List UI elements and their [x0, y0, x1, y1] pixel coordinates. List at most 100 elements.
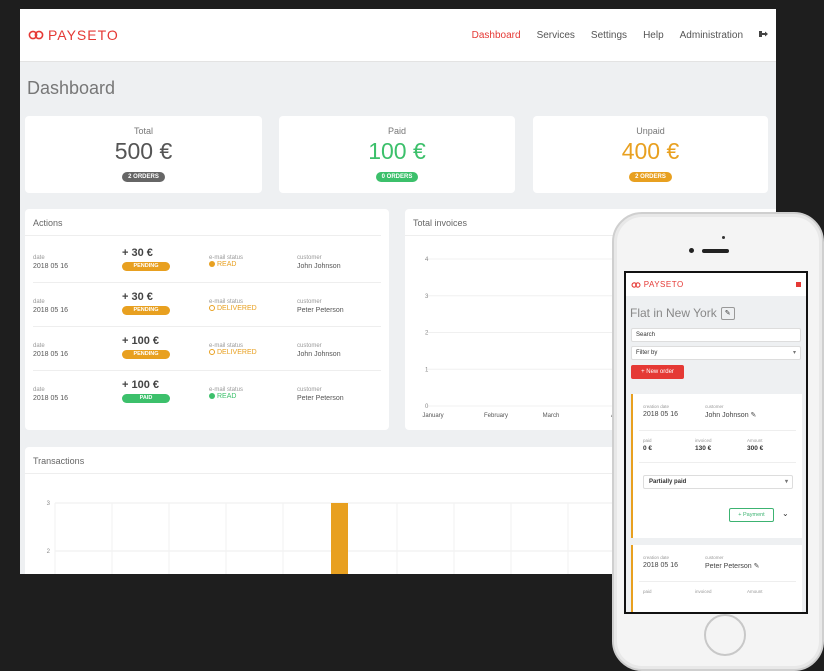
stat-card-total: Total 500 € 2 ORDERS: [25, 116, 262, 193]
main-nav: Dashboard Services Settings Help Adminis…: [472, 30, 768, 41]
invoiced-label: invoiced: [695, 589, 712, 594]
proximity-sensor: [722, 236, 725, 239]
action-row[interactable]: date 2018 05 16 + 30 € PENDING e-mail status…: [33, 283, 381, 327]
front-camera: [689, 248, 694, 253]
stat-label: Total: [133, 126, 153, 136]
stat-value: 100 €: [368, 138, 426, 164]
email-status-text: DELIVERED: [217, 349, 257, 356]
hamburger-menu-icon[interactable]: [796, 282, 801, 287]
search-input[interactable]: Search: [631, 328, 801, 342]
paid-label: paid: [643, 589, 652, 594]
email-status-text: READ: [217, 261, 237, 268]
email-status-text: READ: [217, 393, 237, 400]
brand-logo[interactable]: PAYSETO: [28, 27, 119, 43]
chevron-down-icon: ▾: [784, 479, 788, 485]
mobile-title-text: Flat in New York: [630, 306, 717, 320]
x-tick-label: January: [422, 413, 443, 419]
order-status-select[interactable]: Partially paid ▾: [643, 475, 793, 489]
email-status: READ: [209, 393, 236, 400]
stat-card-paid: Paid 100 € 0 ORDERS: [279, 116, 515, 193]
filter-value: Filter by: [636, 350, 658, 356]
paid-value: 0 €: [643, 445, 653, 452]
nav-dashboard[interactable]: Dashboard: [472, 30, 521, 41]
action-status-badge: PAID: [122, 394, 170, 403]
customer-name: Peter Peterson ✎: [705, 563, 760, 570]
pencil-icon[interactable]: ✎: [751, 412, 757, 419]
transaction-bar[interactable]: [331, 503, 348, 574]
customer-label: customer: [297, 255, 322, 261]
customer-name: John Johnson: [297, 351, 341, 358]
earpiece-speaker: [702, 249, 729, 253]
email-status: READ: [209, 261, 236, 268]
order-card: creation date 2018 05 16 customer John J…: [631, 394, 802, 538]
page-title: Dashboard: [27, 78, 116, 98]
y-tick-label: 1: [425, 367, 429, 373]
stat-card-unpaid: Unpaid 400 € 2 ORDERS: [533, 116, 768, 193]
email-status: DELIVERED: [209, 305, 257, 312]
date-value: 2018 05 16: [33, 263, 69, 270]
stat-badge: 2 ORDERS: [629, 172, 672, 182]
payseto-logo-icon: [28, 28, 44, 43]
divider: [639, 430, 796, 431]
actions-card: Actions date 2018 05 16 + 30 € PENDING e-mai…: [25, 209, 389, 430]
delivered-ring-icon: [209, 349, 215, 355]
y-tick-label: 3: [425, 294, 429, 300]
filter-select[interactable]: Filter by ▾: [631, 346, 801, 360]
nav-help[interactable]: Help: [643, 30, 664, 41]
order-card: creation date 2018 05 16 customer Peter …: [631, 545, 802, 612]
customer-label: customer: [297, 343, 322, 349]
nav-administration[interactable]: Administration: [680, 30, 743, 41]
customer-name: Peter Peterson: [297, 307, 344, 314]
stat-value: 400 €: [621, 138, 680, 164]
action-status-badge: PENDING: [122, 306, 170, 315]
date-value: 2018 05 16: [33, 395, 69, 402]
creation-date: 2018 05 16: [643, 411, 679, 418]
action-amount: + 100 €: [122, 335, 160, 347]
new-order-button[interactable]: + New order: [631, 365, 684, 379]
sign-out-icon[interactable]: [759, 30, 768, 41]
action-status-badge: PENDING: [122, 350, 170, 359]
nav-settings[interactable]: Settings: [591, 30, 627, 41]
stat-label: Unpaid: [636, 126, 665, 136]
customer-label: customer: [297, 299, 322, 305]
top-navbar: PAYSETO Dashboard Services Settings Help…: [20, 9, 776, 62]
amount-label: Amount: [747, 438, 763, 443]
chevron-down-icon[interactable]: ⌄: [782, 509, 789, 518]
pencil-icon[interactable]: ✎: [754, 563, 760, 570]
add-payment-button[interactable]: + Payment: [729, 508, 774, 522]
brand-name: PAYSETO: [48, 27, 119, 43]
x-tick-label: February: [484, 413, 508, 419]
nav-services[interactable]: Services: [537, 30, 575, 41]
date-label: date: [33, 255, 45, 261]
actions-title: Actions: [25, 209, 381, 236]
creation-date-label: creation date: [643, 555, 670, 560]
stat-badge: 2 ORDERS: [122, 172, 165, 182]
home-button[interactable]: [704, 614, 746, 656]
pencil-icon[interactable]: ✎: [720, 306, 735, 320]
mobile-page-title: Flat in New York ✎: [630, 306, 806, 320]
read-dot-icon: [209, 261, 215, 267]
date-value: 2018 05 16: [33, 351, 69, 358]
stat-label: Paid: [387, 126, 406, 136]
customer-label: customer: [297, 387, 322, 393]
order-status-value: Partially paid: [649, 479, 687, 485]
y-tick-label: 3: [47, 501, 51, 507]
read-dot-icon: [209, 393, 215, 399]
stat-value: 500 €: [114, 138, 173, 164]
customer-label: customer: [705, 555, 724, 560]
date-value: 2018 05 16: [33, 307, 69, 314]
divider: [639, 462, 796, 463]
action-row[interactable]: date 2018 05 16 + 30 € PENDING e-mail status…: [33, 239, 381, 283]
phone-mockup: PAYSETO Flat in New York ✎ Search Filter…: [612, 212, 824, 671]
mobile-brand[interactable]: PAYSETO: [631, 280, 684, 289]
customer-name: Peter Peterson: [297, 395, 344, 402]
y-tick-label: 4: [425, 257, 429, 263]
action-amount: + 30 €: [122, 247, 153, 259]
creation-date-label: creation date: [643, 404, 670, 409]
stat-badge: 0 ORDERS: [375, 172, 419, 182]
action-row[interactable]: date 2018 05 16 + 100 € PAID e-mail status RE…: [33, 371, 381, 415]
action-row[interactable]: date 2018 05 16 + 100 € PENDING e-mail statu…: [33, 327, 381, 371]
x-tick-label: March: [543, 413, 560, 419]
action-status-badge: PENDING: [122, 262, 170, 271]
mobile-navbar: PAYSETO: [626, 273, 806, 296]
